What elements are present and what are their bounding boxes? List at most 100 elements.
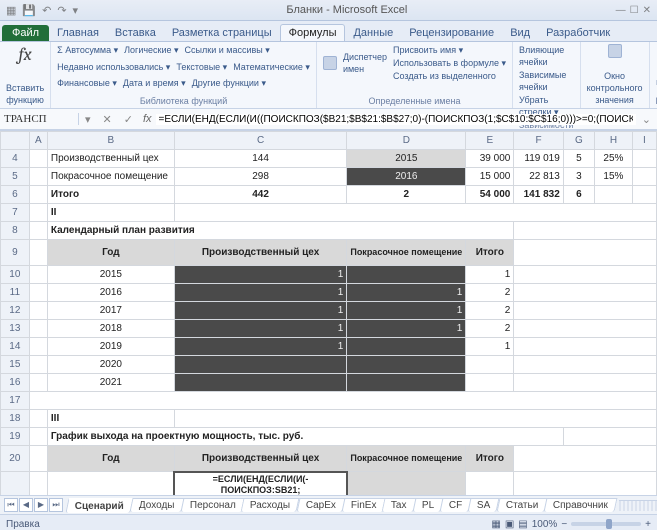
tab-home[interactable]: Главная xyxy=(49,25,107,41)
tab-insert[interactable]: Вставка xyxy=(107,25,164,41)
btn-define-name[interactable]: Присвоить имя ▾ xyxy=(393,44,506,56)
expand-formula-icon[interactable]: ⌄ xyxy=(636,113,657,126)
tab-data[interactable]: Данные xyxy=(345,25,401,41)
btn-recent[interactable]: Недавно использовались ▾ xyxy=(57,61,170,73)
fx-icon-bar[interactable]: fx xyxy=(139,113,156,125)
name-manager-label[interactable]: Диспетчер имен xyxy=(343,51,387,75)
sheet-tab[interactable]: CapEx xyxy=(296,498,345,512)
cell[interactable]: Производственный цех xyxy=(47,150,174,168)
cell[interactable] xyxy=(347,266,466,284)
cell[interactable]: 2017 xyxy=(47,302,174,320)
minimize-icon[interactable]: — xyxy=(616,5,626,16)
col-header[interactable]: D xyxy=(347,132,466,150)
btn-text[interactable]: Текстовые ▾ xyxy=(176,61,227,73)
tab-view[interactable]: Вид xyxy=(502,25,538,41)
cell[interactable]: 15 000 xyxy=(466,168,514,186)
tab-developer[interactable]: Разработчик xyxy=(538,25,618,41)
view-page-icon[interactable]: ▣ xyxy=(505,519,514,530)
row-header[interactable]: 20 xyxy=(1,446,30,472)
cell[interactable]: 2 xyxy=(466,320,514,338)
sheet-tab[interactable]: Статьи xyxy=(496,498,547,512)
cell[interactable]: 442 xyxy=(174,186,347,204)
cell[interactable]: 1 xyxy=(174,338,347,356)
row-header[interactable]: 8 xyxy=(1,222,30,240)
row-header[interactable]: 15 xyxy=(1,356,30,374)
cell[interactable] xyxy=(466,374,514,392)
row-header[interactable]: 13 xyxy=(1,320,30,338)
sheet-tab[interactable]: PL xyxy=(412,498,443,512)
cell[interactable]: 2016 xyxy=(347,168,466,186)
qat-more-icon[interactable]: ▾ xyxy=(73,4,79,17)
cell[interactable]: 298 xyxy=(174,168,347,186)
cell[interactable]: 1 xyxy=(347,302,466,320)
row-header[interactable]: 11 xyxy=(1,284,30,302)
cell[interactable] xyxy=(347,338,466,356)
col-header[interactable]: B xyxy=(47,132,174,150)
row-header[interactable]: 4 xyxy=(1,150,30,168)
cell[interactable]: 2018 xyxy=(47,320,174,338)
select-all[interactable] xyxy=(1,132,30,150)
col-header[interactable]: I xyxy=(632,132,656,150)
row-header[interactable]: 18 xyxy=(1,410,30,428)
name-box-dropdown-icon[interactable]: ▾ xyxy=(79,113,97,126)
tab-page-layout[interactable]: Разметка страницы xyxy=(164,25,280,41)
cell[interactable]: 1 xyxy=(174,320,347,338)
cell[interactable]: 25% xyxy=(595,150,633,168)
cancel-icon[interactable]: ✕ xyxy=(97,113,118,126)
sheet-tab[interactable]: FinEx xyxy=(341,498,386,512)
cell[interactable]: 2019 xyxy=(47,338,174,356)
maximize-icon[interactable]: ☐ xyxy=(630,5,639,16)
cell[interactable]: 1 xyxy=(347,284,466,302)
btn-trace-dependents[interactable]: Зависимые ячейки xyxy=(519,69,574,93)
row-header[interactable]: 17 xyxy=(1,392,30,410)
cell[interactable]: 1 xyxy=(174,284,347,302)
col-header[interactable]: A xyxy=(29,132,47,150)
active-cell[interactable]: =ЕСЛИ(ЕНД(ЕСЛИ(И(-ПОИСКПОЗ:SB21; SBS21:S… xyxy=(174,472,347,496)
cell[interactable]: Покрасочное помещение xyxy=(347,446,466,472)
cell[interactable]: Год xyxy=(47,446,174,472)
cell[interactable]: Покрасочное помещение xyxy=(347,240,466,266)
cell[interactable]: 141 832 xyxy=(514,186,563,204)
cell[interactable]: 2 xyxy=(466,302,514,320)
row-header[interactable]: 5 xyxy=(1,168,30,186)
cell[interactable]: Итого xyxy=(466,240,514,266)
name-box[interactable]: ТРАНСП xyxy=(0,113,79,125)
row-header[interactable]: 6 xyxy=(1,186,30,204)
col-header[interactable]: C xyxy=(174,132,347,150)
cell[interactable]: 144 xyxy=(174,150,347,168)
cell[interactable]: 2020 xyxy=(47,356,174,374)
row-header[interactable]: 14 xyxy=(1,338,30,356)
btn-logical[interactable]: Логические ▾ xyxy=(124,44,178,56)
zoom-in-icon[interactable]: + xyxy=(645,519,651,530)
col-header[interactable]: G xyxy=(563,132,594,150)
tab-formulas[interactable]: Формулы xyxy=(280,24,346,41)
redo-icon[interactable]: ↷ xyxy=(57,4,66,17)
first-sheet-icon[interactable]: ⏮ xyxy=(4,498,18,512)
sheet-tab[interactable]: Справочник xyxy=(544,498,618,512)
cell[interactable]: 0 xyxy=(347,472,466,496)
sheet-tab[interactable]: SA xyxy=(468,498,500,512)
btn-financial[interactable]: Финансовые ▾ xyxy=(57,77,117,89)
enter-icon[interactable]: ✓ xyxy=(118,113,139,126)
cell[interactable]: 1 xyxy=(174,302,347,320)
cell[interactable]: Производственный цех xyxy=(174,446,347,472)
cell[interactable]: Производственный цех xyxy=(174,240,347,266)
name-manager-icon[interactable] xyxy=(323,56,337,70)
col-header[interactable]: H xyxy=(595,132,633,150)
cell[interactable]: 2 xyxy=(347,186,466,204)
cell[interactable]: 2016 xyxy=(47,284,174,302)
cell[interactable]: 6 xyxy=(563,186,594,204)
undo-icon[interactable]: ↶ xyxy=(42,4,51,17)
close-icon[interactable]: ✕ xyxy=(643,5,651,16)
sheet-tab[interactable]: Персонал xyxy=(180,498,245,512)
insert-function-label[interactable]: Вставить функцию xyxy=(6,82,44,106)
row-header[interactable]: 10 xyxy=(1,266,30,284)
cell[interactable]: III xyxy=(47,410,174,428)
btn-math[interactable]: Математические ▾ xyxy=(233,61,310,73)
sheet-tab[interactable]: Доходы xyxy=(129,498,184,512)
cell[interactable]: 2015 xyxy=(47,472,174,496)
cell[interactable]: 39 000 xyxy=(466,472,514,496)
row-header[interactable]: 12 xyxy=(1,302,30,320)
row-header[interactable]: 19 xyxy=(1,428,30,446)
cell[interactable]: 22 813 xyxy=(514,168,563,186)
